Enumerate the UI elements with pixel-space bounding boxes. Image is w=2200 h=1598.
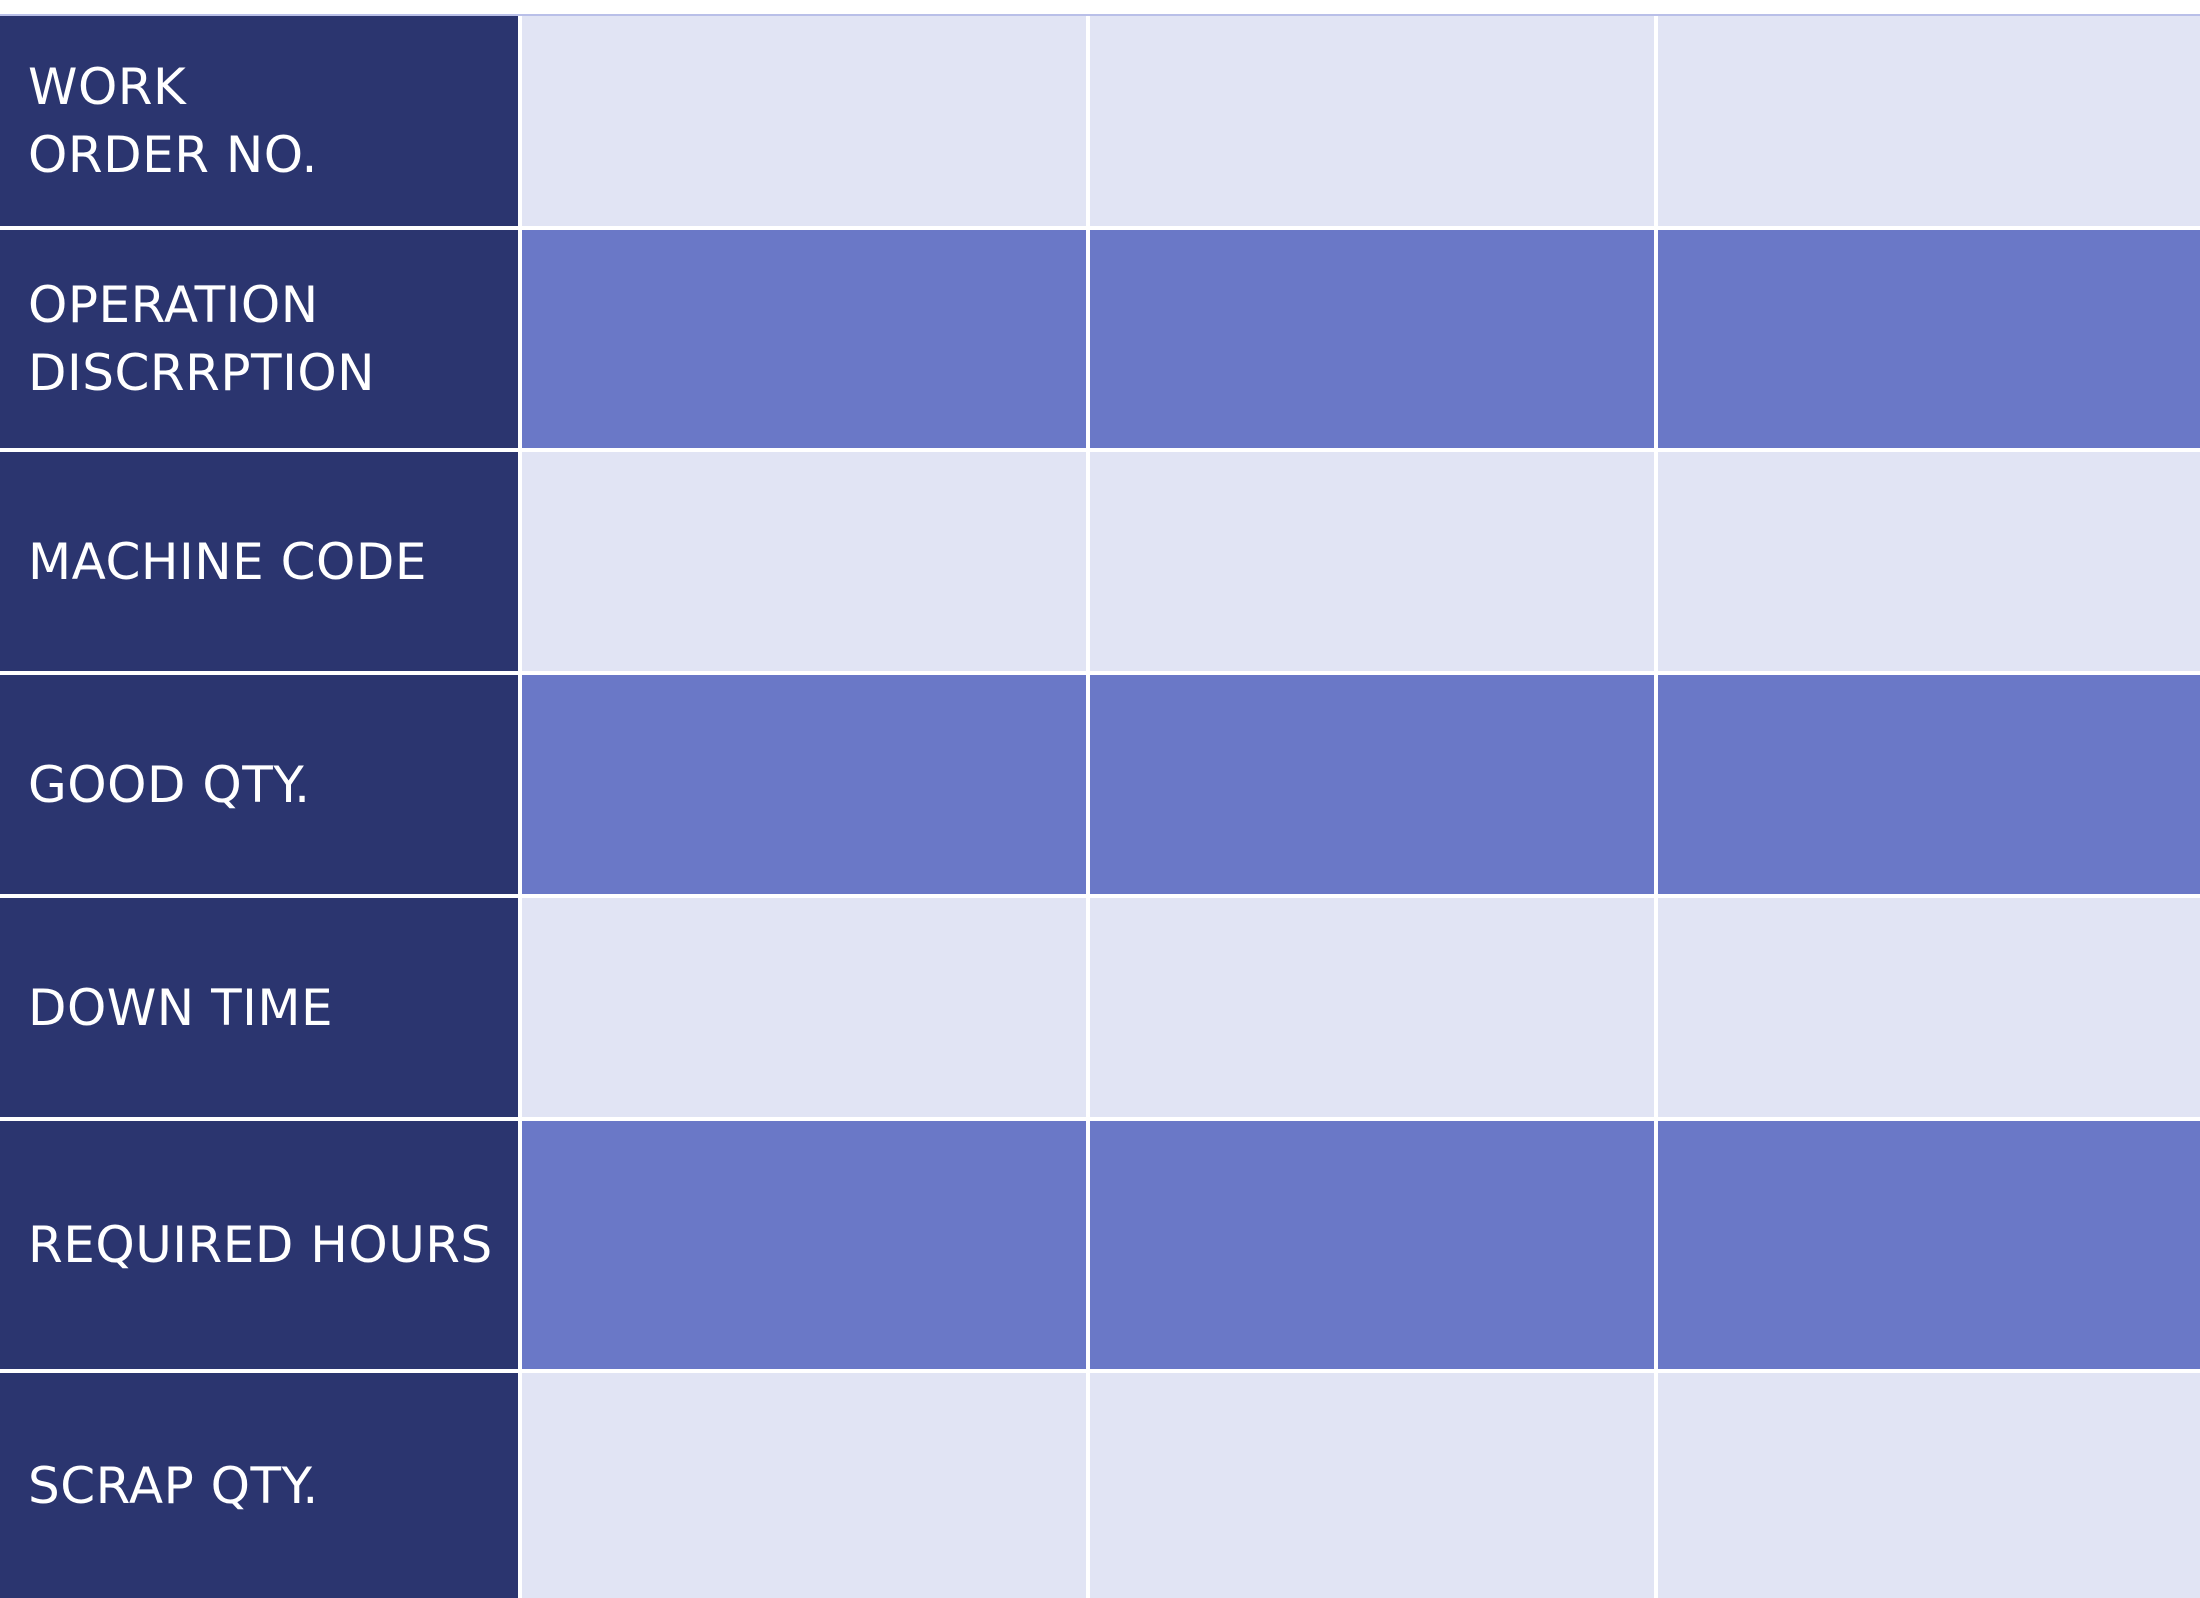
work-order-table: WORK ORDER NO. OPERATION DISCRRPTION MAC… (0, 16, 2200, 1598)
row-label-work-order-no: WORK ORDER NO. (0, 16, 518, 226)
required-hours-cell-1[interactable] (522, 1121, 1086, 1369)
operation-description-cell-3[interactable] (1658, 230, 2200, 448)
table-top-border (0, 0, 2200, 16)
machine-code-cell-1[interactable] (522, 452, 1086, 671)
machine-code-cell-3[interactable] (1658, 452, 2200, 671)
work-order-no-cell-2[interactable] (1090, 16, 1654, 226)
operation-description-cell-2[interactable] (1090, 230, 1654, 448)
row-label-down-time: DOWN TIME (0, 898, 518, 1117)
required-hours-cell-2[interactable] (1090, 1121, 1654, 1369)
work-order-no-cell-1[interactable] (522, 16, 1086, 226)
row-label-scrap-qty: SCRAP QTY. (0, 1373, 518, 1598)
good-qty-cell-3[interactable] (1658, 675, 2200, 894)
down-time-cell-2[interactable] (1090, 898, 1654, 1117)
work-order-no-cell-3[interactable] (1658, 16, 2200, 226)
row-label-required-hours: REQUIRED HOURS (0, 1121, 518, 1369)
down-time-cell-1[interactable] (522, 898, 1086, 1117)
down-time-cell-3[interactable] (1658, 898, 2200, 1117)
good-qty-cell-2[interactable] (1090, 675, 1654, 894)
scrap-qty-cell-3[interactable] (1658, 1373, 2200, 1598)
row-label-machine-code: MACHINE CODE (0, 452, 518, 671)
operation-description-cell-1[interactable] (522, 230, 1086, 448)
required-hours-cell-3[interactable] (1658, 1121, 2200, 1369)
machine-code-cell-2[interactable] (1090, 452, 1654, 671)
row-label-good-qty: GOOD QTY. (0, 675, 518, 894)
scrap-qty-cell-2[interactable] (1090, 1373, 1654, 1598)
row-label-operation-description: OPERATION DISCRRPTION (0, 230, 518, 448)
scrap-qty-cell-1[interactable] (522, 1373, 1086, 1598)
good-qty-cell-1[interactable] (522, 675, 1086, 894)
